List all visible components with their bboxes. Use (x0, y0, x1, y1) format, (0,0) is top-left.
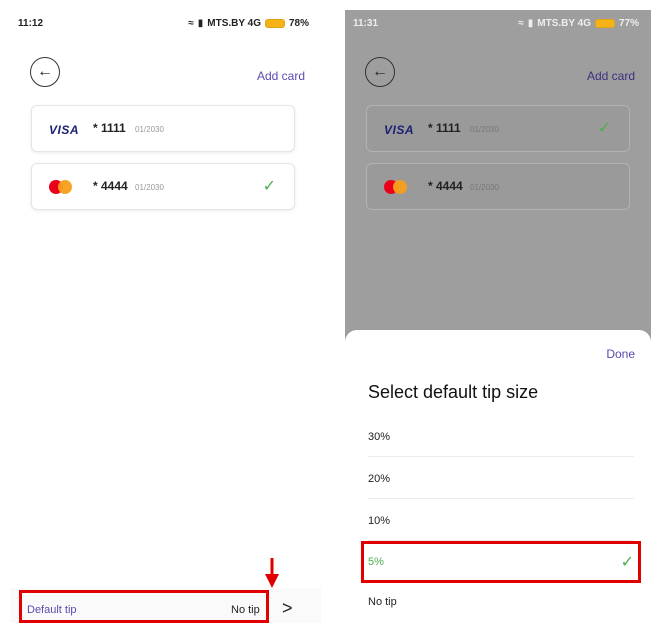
tip-option-label: 20% (368, 473, 391, 485)
chevron-right-icon: > (282, 598, 293, 618)
wifi-icon: ≈ (188, 18, 194, 29)
mastercard-logo (49, 180, 73, 194)
arrow-left-icon: ← (372, 63, 388, 80)
signal-icon: ▮ (197, 18, 204, 29)
card-visa[interactable]: VISA * 1111 01/2030 ✓ (366, 105, 630, 152)
visa-logo: VISA (49, 123, 80, 137)
card-number: * 1111 (93, 121, 126, 135)
left-screen: 11:12 ≈ ▮ MTS.BY 4G 78% ← Add card VISA … (10, 10, 321, 623)
mastercard-logo (384, 180, 408, 194)
checkmark-icon: ✓ (597, 120, 611, 137)
add-card-button[interactable]: Add card (587, 69, 635, 83)
highlight-box (361, 541, 641, 583)
checkmark-icon: ✓ (262, 178, 276, 195)
card-number: * 4444 (428, 179, 463, 193)
highlight-box (19, 590, 269, 623)
card-mastercard[interactable]: * 4444 01/2030 ✓ (31, 163, 295, 210)
status-time: 11:12 (18, 18, 44, 29)
arrow-down-icon (265, 558, 279, 588)
back-button[interactable]: ← (30, 57, 60, 87)
tip-option-10[interactable]: 10% (368, 501, 634, 541)
card-expiry: 01/2030 (470, 183, 499, 192)
tip-option-30[interactable]: 30% (368, 417, 634, 457)
visa-logo: VISA (384, 123, 415, 137)
network-label: MTS.BY 4G (207, 18, 261, 29)
right-screen: 11:31 ≈ ▮ MTS.BY 4G 77% ← Add card VISA … (345, 10, 651, 623)
battery-percent: 78% (288, 18, 309, 29)
done-button[interactable]: Done (606, 347, 635, 361)
wifi-icon: ≈ (518, 18, 524, 29)
card-number: * 4444 (93, 179, 128, 193)
tip-option-no-tip[interactable]: No tip (368, 582, 634, 622)
back-button[interactable]: ← (365, 57, 395, 87)
signal-icon: ▮ (527, 18, 534, 29)
card-mastercard[interactable]: * 4444 01/2030 (366, 163, 630, 210)
card-visa[interactable]: VISA * 1111 01/2030 (31, 105, 295, 152)
add-card-button[interactable]: Add card (257, 69, 305, 83)
tip-option-label: No tip (368, 596, 397, 608)
tip-option-label: 10% (368, 515, 391, 527)
card-expiry: 01/2030 (470, 125, 499, 134)
arrow-left-icon: ← (37, 63, 53, 80)
battery-percent: 77% (618, 18, 639, 29)
card-expiry: 01/2030 (135, 183, 164, 192)
tip-size-sheet: Done Select default tip size 30% 20% 10%… (345, 330, 651, 623)
status-bar: 11:12 ≈ ▮ MTS.BY 4G 78% (10, 10, 321, 36)
card-number: * 1111 (428, 121, 461, 135)
battery-icon (264, 19, 285, 28)
battery-icon (594, 19, 615, 28)
card-expiry: 01/2030 (135, 125, 164, 134)
tip-option-20[interactable]: 20% (368, 459, 634, 499)
tip-option-label: 30% (368, 431, 391, 443)
network-label: MTS.BY 4G (537, 18, 591, 29)
sheet-title: Select default tip size (368, 382, 539, 402)
status-bar: 11:31 ≈ ▮ MTS.BY 4G 77% (345, 10, 651, 36)
status-time: 11:31 (353, 18, 379, 29)
